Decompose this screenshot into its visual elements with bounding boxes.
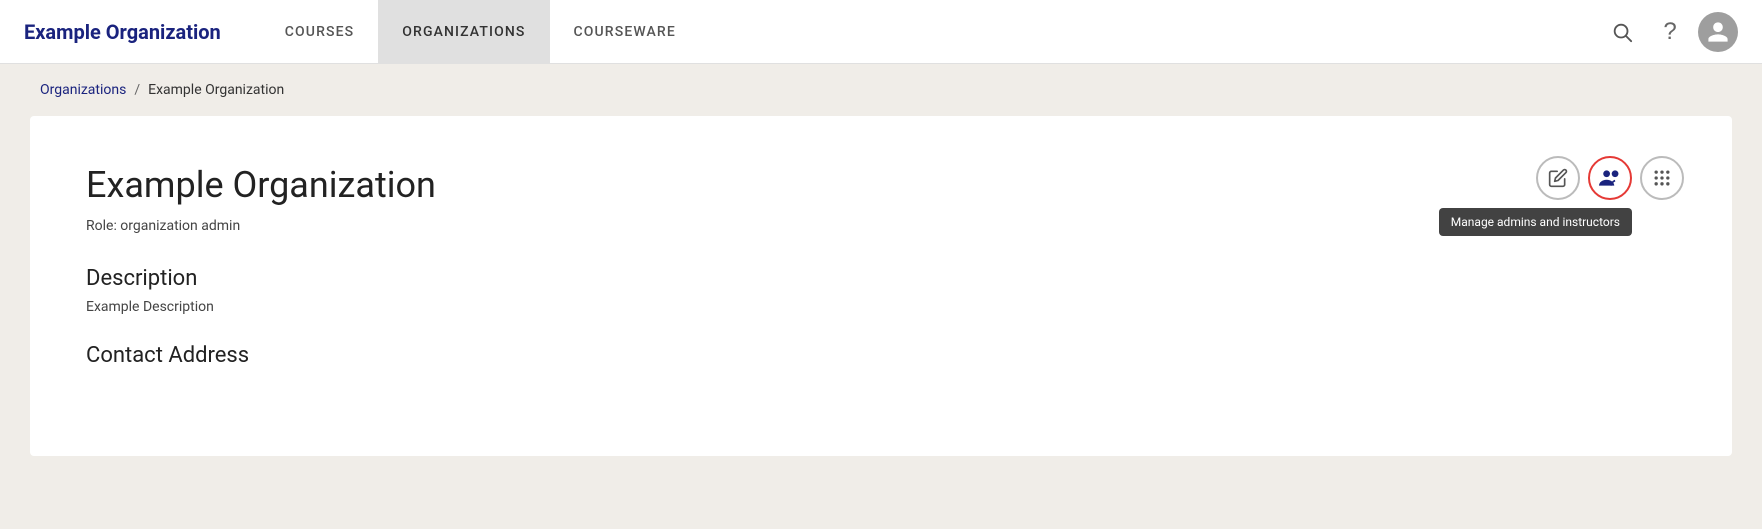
description-text: Example Description	[86, 299, 1676, 315]
org-card: Example Organization Role: organization …	[30, 116, 1732, 456]
more-options-button[interactable]	[1640, 156, 1684, 200]
manage-admins-container: Manage admins and instructors	[1588, 156, 1632, 200]
edit-button[interactable]	[1536, 156, 1580, 200]
manage-admins-button[interactable]	[1588, 156, 1632, 200]
org-title: Example Organization	[86, 164, 1676, 206]
search-button[interactable]	[1602, 12, 1642, 52]
nav-link-courseware[interactable]: COURSEWARE	[550, 0, 700, 64]
top-nav: Example Organization COURSES ORGANIZATIO…	[0, 0, 1762, 64]
card-actions: Manage admins and instructors	[1536, 156, 1684, 200]
nav-links: COURSES ORGANIZATIONS COURSEWARE	[261, 0, 1602, 64]
org-role: Role: organization admin	[86, 218, 1676, 234]
top-nav-actions: ?	[1602, 12, 1738, 52]
breadcrumb-separator: /	[134, 82, 140, 98]
help-button[interactable]: ?	[1650, 12, 1690, 52]
nav-link-organizations[interactable]: ORGANIZATIONS	[378, 0, 549, 64]
breadcrumb: Organizations / Example Organization	[0, 64, 1762, 116]
nav-link-courses[interactable]: COURSES	[261, 0, 378, 64]
breadcrumb-current: Example Organization	[148, 82, 284, 98]
app-logo: Example Organization	[24, 20, 221, 44]
description-title: Description	[86, 266, 1676, 291]
contact-title: Contact Address	[86, 343, 1676, 368]
breadcrumb-organizations-link[interactable]: Organizations	[40, 82, 126, 98]
account-button[interactable]	[1698, 12, 1738, 52]
